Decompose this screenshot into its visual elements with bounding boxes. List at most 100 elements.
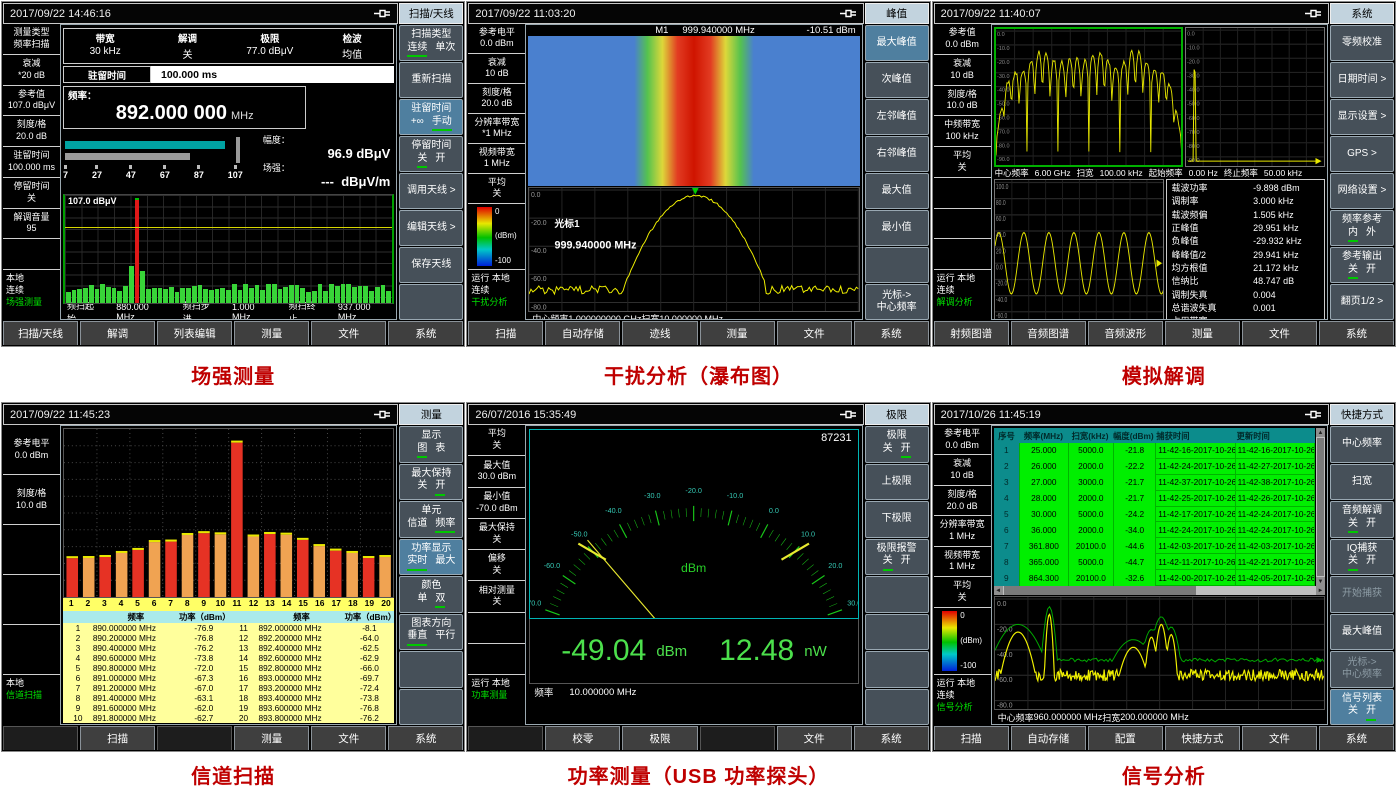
softkey-频率参考[interactable]: 频率参考内外: [1330, 210, 1394, 246]
softkey-扫宽[interactable]: 扫宽: [1330, 464, 1394, 501]
bottom-音频波形[interactable]: 音频波形: [1088, 321, 1163, 345]
softkey-扫描类型[interactable]: 扫描类型连续单次: [399, 25, 463, 61]
bottom-文件[interactable]: 文件: [777, 726, 852, 750]
signal-row[interactable]: 636.0002000.0-34.011-42-24-2017-10-2611-…: [994, 522, 1315, 538]
measurement-信纳比: 信纳比48.747 dB: [1171, 275, 1320, 288]
bottom-系统[interactable]: 系统: [1319, 321, 1394, 345]
bottom-校零[interactable]: 校零: [545, 726, 620, 750]
bottom-迹线[interactable]: 迹线: [622, 321, 697, 345]
softkey-次峰值[interactable]: 次峰值: [865, 62, 929, 98]
bottom-快捷方式[interactable]: 快捷方式: [1165, 726, 1240, 750]
softkey-编辑天线[interactable]: 编辑天线 >: [399, 210, 463, 246]
bottom-测量[interactable]: 测量: [700, 321, 775, 345]
bottom-扫描[interactable]: 扫描: [934, 726, 1009, 750]
softkey-驻留时间[interactable]: 驻留时间+∞手动: [399, 99, 463, 135]
softkey-单元[interactable]: 单元信道频率: [399, 501, 463, 538]
softkey-停留时间[interactable]: 停留时间关开: [399, 136, 463, 172]
bottom-系统[interactable]: 系统: [854, 726, 929, 750]
softkey-左邻峰值[interactable]: 左邻峰值: [865, 99, 929, 135]
bottom-文件[interactable]: 文件: [1242, 321, 1317, 345]
bottom-解调[interactable]: 解调: [80, 321, 155, 345]
scan-bar-peak: [135, 200, 140, 303]
signal-row[interactable]: 530.0005000.0-24.211-42-17-2017-10-2611-…: [994, 507, 1315, 523]
softkey-极限报警[interactable]: 极限报警关开: [865, 539, 929, 576]
horizontal-scrollbar[interactable]: ◄►: [994, 586, 1325, 595]
softkey-上极限[interactable]: 上极限: [865, 464, 929, 501]
softkey-重新扫描[interactable]: 重新扫描: [399, 62, 463, 98]
scan-bar: [341, 284, 346, 303]
softkey-GPS[interactable]: GPS >: [1330, 136, 1394, 172]
bottom-系统[interactable]: 系统: [388, 726, 463, 750]
signal-row[interactable]: 226.0002000.0-22.211-42-24-2017-10-2611-…: [994, 459, 1315, 475]
softkey-参考输出[interactable]: 参考输出关开: [1330, 247, 1394, 283]
softkey-最小值[interactable]: 最小值: [865, 210, 929, 246]
bottom-极限[interactable]: 极限: [622, 726, 697, 750]
bottom-测量[interactable]: 测量: [234, 321, 309, 345]
bottom-配置[interactable]: 配置: [1088, 726, 1163, 750]
softkey-最大峰值[interactable]: 最大峰值: [1330, 614, 1394, 651]
softkey-最大峰值[interactable]: 最大峰值: [865, 25, 929, 61]
titlebar: 2017/09/22 11:45:23: [3, 404, 398, 425]
softkey-零频校准[interactable]: 零频校准: [1330, 25, 1394, 61]
bottom-扫描/天线[interactable]: 扫描/天线: [3, 321, 78, 345]
softkey-中心频率[interactable]: 中心频率: [1330, 426, 1394, 463]
signal-row[interactable]: 7361.80020100.0-44.611-42-03-2017-10-261…: [994, 538, 1315, 554]
measurement-list: 载波功率-9.898 dBm调制率3.000 kHz载波频偏1.505 kHz正…: [1166, 179, 1325, 320]
softkey-信号列表[interactable]: 信号列表关开: [1330, 689, 1394, 726]
softkey-极限[interactable]: 极限关开: [865, 426, 929, 463]
signal-row[interactable]: 125.0005000.0-21.811-42-16-2017-10-2611-…: [994, 443, 1315, 459]
sidebar-参考电平: 参考电平0.0 dBm: [468, 24, 525, 54]
softkey-网络设置[interactable]: 网络设置 >: [1330, 173, 1394, 209]
signal-row[interactable]: 9864.30020100.0-32.611-42-00-2017-10-261…: [994, 570, 1315, 586]
bottom-音频图谱[interactable]: 音频图谱: [1011, 321, 1086, 345]
softkey-下极限[interactable]: 下极限: [865, 501, 929, 538]
signal-row[interactable]: 327.0003000.0-21.711-42-37-2017-10-2611-…: [994, 475, 1315, 491]
signal-row[interactable]: 8365.0005000.0-44.711-42-11-2017-10-2611…: [994, 554, 1315, 570]
softkey-保存天线[interactable]: 保存天线: [399, 247, 463, 283]
bottom-射频图谱[interactable]: 射频图谱: [934, 321, 1009, 345]
softkey-显示[interactable]: 显示图表: [399, 426, 463, 463]
bottom-文件[interactable]: 文件: [311, 726, 386, 750]
softkey-功率显示[interactable]: 功率显示实时最大: [399, 539, 463, 576]
softkey-翻页1/2[interactable]: 翻页1/2 >: [1330, 284, 1394, 320]
bottom-文件[interactable]: 文件: [777, 321, 852, 345]
signal-row[interactable]: 428.0002000.0-21.711-42-25-2017-10-2611-…: [994, 491, 1315, 507]
scan-bar: [152, 288, 157, 303]
level-readouts: 幅度： 96.9 dBμV 场强： --- dBμV/m: [245, 133, 394, 191]
vertical-scrollbar[interactable]: ▲▼: [1316, 428, 1325, 586]
scan-bar: [117, 291, 122, 303]
bottom-测量[interactable]: 测量: [1165, 321, 1240, 345]
kv-value: 0.00 Hz: [1189, 168, 1218, 178]
bottom-测量[interactable]: 测量: [234, 726, 309, 750]
dwell-time-input[interactable]: 100.000 ms: [151, 66, 394, 83]
bottom-列表编辑[interactable]: 列表编辑: [157, 321, 232, 345]
bottom-扫描[interactable]: 扫描: [468, 321, 543, 345]
bottom-系统[interactable]: 系统: [854, 321, 929, 345]
bottom-文件[interactable]: 文件: [1242, 726, 1317, 750]
softkey-右邻峰值[interactable]: 右邻峰值: [865, 136, 929, 172]
softkey-最大值[interactable]: 最大值: [865, 173, 929, 209]
softkey-音频解调[interactable]: 音频解调关开: [1330, 501, 1394, 538]
softkey-颜色[interactable]: 颜色单双: [399, 576, 463, 613]
softkey-调用天线[interactable]: 调用天线 >: [399, 173, 463, 209]
bottom-系统[interactable]: 系统: [1319, 726, 1394, 750]
softkey-最大保持[interactable]: 最大保持关开: [399, 464, 463, 501]
spectrum-display: 0.0-20.0-40.0-60.0-80.0: [994, 596, 1325, 710]
bottom-扫描[interactable]: 扫描: [80, 726, 155, 750]
sidebar: 参考电平0.0 dBm衰减10 dB刻度/格20.0 dB分辨率带宽*1 MHz…: [468, 24, 525, 320]
datetime: 2017/10/26 11:45:19: [941, 409, 1305, 421]
svg-text:-20.0: -20.0: [531, 220, 547, 227]
bottom-自动存储[interactable]: 自动存储: [1011, 726, 1086, 750]
softkey-menu: 极限极限关开上极限下极限极限报警关开: [865, 404, 929, 725]
svg-text:-60.0: -60.0: [997, 677, 1013, 684]
bottom-系统[interactable]: 系统: [388, 321, 463, 345]
bottom-自动存储[interactable]: 自动存储: [545, 321, 620, 345]
svg-text:-70.0: -70.0: [997, 129, 1010, 135]
softkey-日期时间[interactable]: 日期时间 >: [1330, 62, 1394, 98]
softkey-IQ捕获[interactable]: IQ捕获关开: [1330, 539, 1394, 576]
softkey-图表方向[interactable]: 图表方向垂直平行: [399, 614, 463, 651]
bottom-文件[interactable]: 文件: [311, 321, 386, 345]
menu-header: 峰值: [865, 3, 929, 24]
softkey-显示设置[interactable]: 显示设置 >: [1330, 99, 1394, 135]
softkey-光标-[interactable]: 光标->中心频率: [865, 284, 929, 320]
